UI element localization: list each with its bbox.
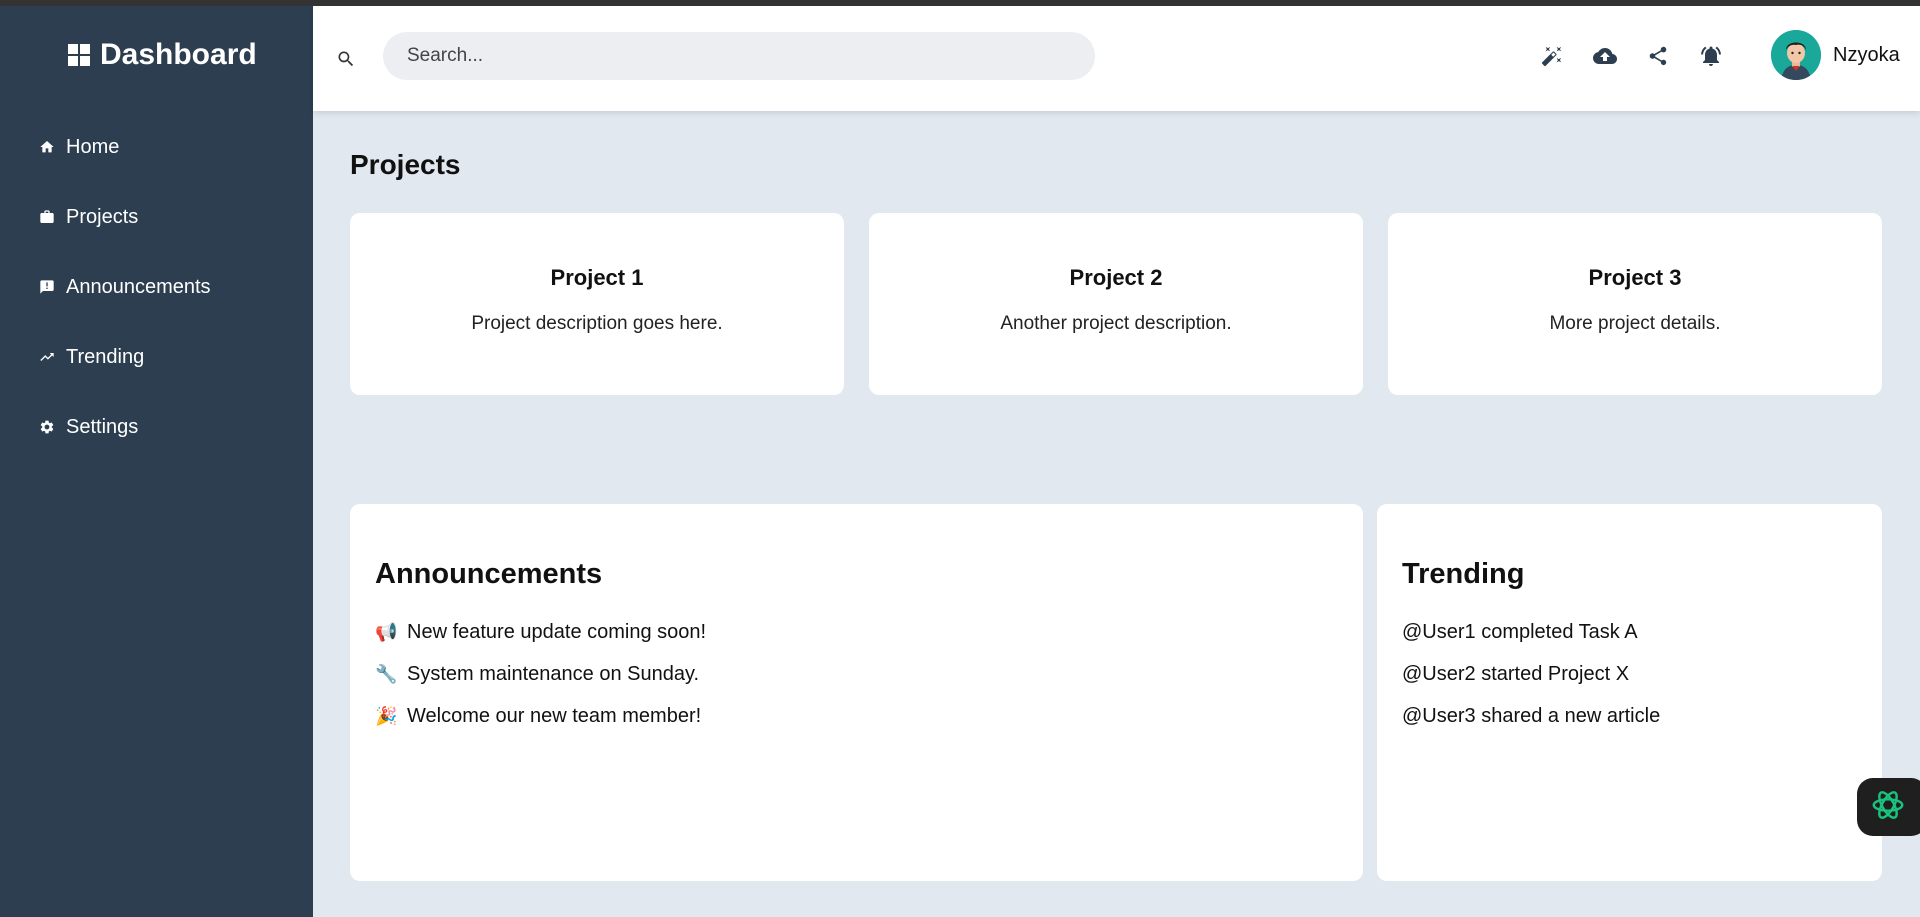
announcements-title: Announcements [375, 558, 603, 590]
list-item: 🔧 System maintenance on Sunday. [375, 653, 1338, 695]
list-item: 📢 New feature update coming soon! [375, 611, 1338, 653]
announcements-list: 📢 New feature update coming soon! 🔧 Syst… [375, 611, 1338, 737]
sidebar-item-label: Announcements [66, 275, 211, 298]
cloud-upload-icon[interactable] [1593, 44, 1617, 68]
trending-up-icon [38, 348, 56, 366]
project-description: Another project description. [1000, 313, 1232, 334]
gear-icon [38, 418, 56, 436]
project-description: More project details. [1549, 313, 1721, 334]
list-item: 🎉 Welcome our new team member! [375, 695, 1338, 737]
home-icon [38, 138, 56, 156]
trending-panel: Trending @User1 completed Task A @User2 … [1377, 504, 1882, 881]
search-icon[interactable] [333, 46, 359, 72]
top-header: Nzyoka [313, 6, 1920, 111]
list-item: @User2 started Project X [1402, 662, 1630, 685]
assistant-icon [1869, 786, 1907, 829]
user-menu[interactable]: Nzyoka [1771, 30, 1900, 80]
magic-wand-icon[interactable] [1540, 44, 1564, 68]
briefcase-icon [38, 208, 56, 226]
list-item: @User3 shared a new article [1402, 704, 1661, 727]
project-title: Project 2 [1069, 265, 1163, 290]
announcement-icon [38, 278, 56, 296]
announcements-panel: Announcements 📢 New feature update comin… [350, 504, 1363, 881]
list-item: @User1 completed Task A [1402, 620, 1638, 643]
sidebar-item-label: Settings [66, 415, 139, 438]
sidebar-item-announcements[interactable]: Announcements [38, 272, 298, 302]
sidebar-item-projects[interactable]: Projects [38, 202, 298, 232]
sidebar-nav: Home Projects Announcements Trending Set… [38, 132, 298, 482]
trending-list: @User1 completed Task A @User2 started P… [1402, 611, 1857, 737]
announcement-text: System maintenance on Sunday. [407, 662, 700, 685]
bell-icon[interactable] [1699, 44, 1723, 68]
sidebar-item-home[interactable]: Home [38, 132, 298, 162]
sidebar-item-label: Projects [66, 205, 139, 228]
sidebar-item-trending[interactable]: Trending [38, 342, 298, 372]
project-description: Project description goes here. [471, 313, 723, 334]
party-popper-icon: 🎉 [375, 705, 398, 726]
assistant-fab[interactable] [1857, 778, 1920, 836]
wrench-icon: 🔧 [375, 663, 398, 684]
project-card[interactable]: Project 1 Project description goes here. [350, 213, 844, 395]
project-card[interactable]: Project 2 Another project description. [869, 213, 1363, 395]
page-title: Projects [350, 149, 461, 180]
brand-title: Dashboard [100, 38, 257, 71]
project-title: Project 1 [550, 265, 644, 290]
window-top-border [0, 0, 1920, 6]
search-input[interactable] [383, 32, 1095, 80]
user-name: Nzyoka [1833, 43, 1900, 66]
sidebar: Dashboard Home Projects Announcements Tr… [0, 6, 313, 917]
avatar [1771, 30, 1821, 80]
project-card[interactable]: Project 3 More project details. [1388, 213, 1882, 395]
megaphone-icon: 📢 [375, 621, 398, 642]
sidebar-item-settings[interactable]: Settings [38, 412, 298, 442]
project-cards: Project 1 Project description goes here.… [350, 213, 1882, 395]
header-actions [1540, 44, 1723, 68]
dashboard-icon [68, 44, 90, 66]
sidebar-item-label: Trending [66, 345, 145, 368]
share-icon[interactable] [1646, 44, 1670, 68]
project-title: Project 3 [1588, 265, 1682, 290]
brand[interactable]: Dashboard [68, 38, 257, 72]
announcement-text: New feature update coming soon! [407, 620, 707, 643]
sidebar-item-label: Home [66, 135, 120, 158]
announcement-text: Welcome our new team member! [407, 704, 702, 727]
trending-title: Trending [1402, 558, 1525, 590]
